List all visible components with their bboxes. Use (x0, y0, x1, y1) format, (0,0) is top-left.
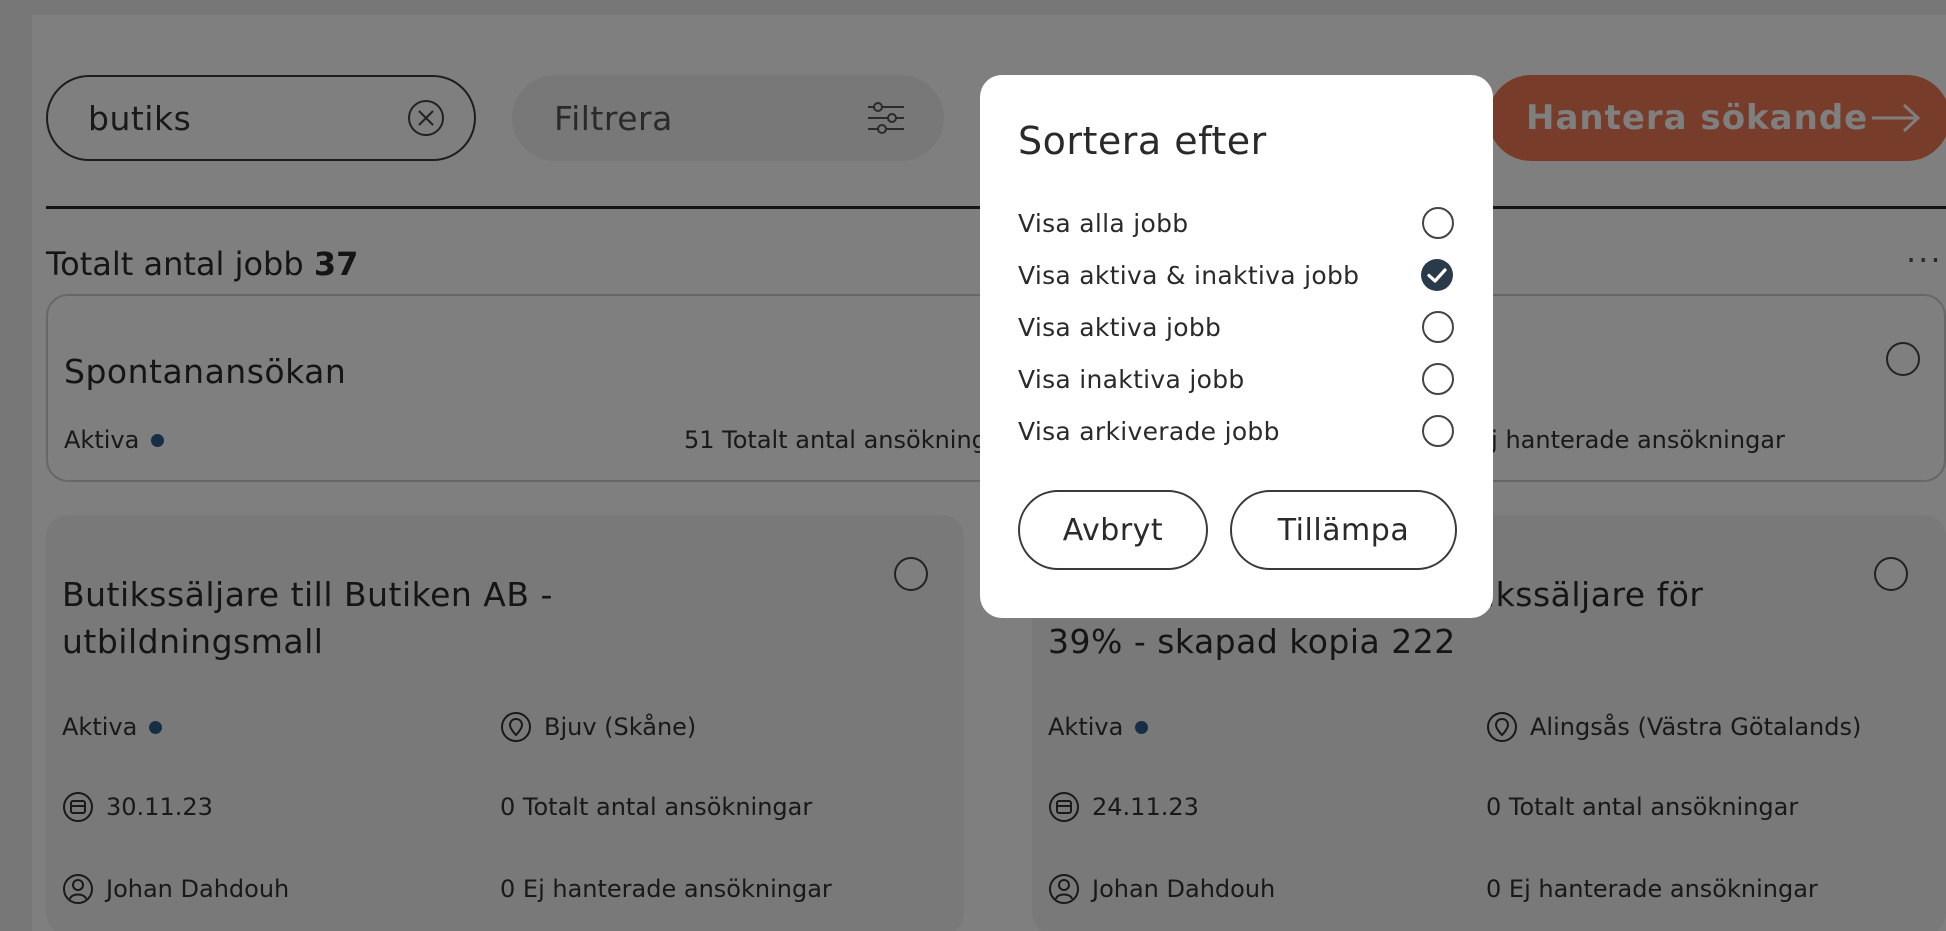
sort-option-active[interactable]: Visa aktiva jobb (1018, 305, 1454, 349)
cancel-button[interactable]: Avbryt (1018, 490, 1208, 570)
check-circle-icon[interactable] (1420, 258, 1454, 292)
option-label: Visa arkiverade jobb (1018, 416, 1280, 446)
apply-button[interactable]: Tillämpa (1230, 490, 1457, 570)
sort-option-inactive[interactable]: Visa inaktiva jobb (1018, 357, 1454, 401)
option-label: Visa aktiva & inaktiva jobb (1018, 260, 1360, 290)
radio-button[interactable] (1422, 363, 1454, 395)
option-label: Visa alla jobb (1018, 208, 1189, 238)
modal-overlay[interactable] (0, 0, 1946, 931)
modal-title: Sortera efter (1018, 119, 1267, 163)
option-label: Visa aktiva jobb (1018, 312, 1222, 342)
radio-button[interactable] (1422, 207, 1454, 239)
sort-modal: Sortera efter Visa alla jobb Visa aktiva… (980, 75, 1493, 618)
sort-option-active-inactive[interactable]: Visa aktiva & inaktiva jobb (1018, 253, 1454, 297)
sort-option-all[interactable]: Visa alla jobb (1018, 201, 1454, 245)
radio-button[interactable] (1422, 415, 1454, 447)
radio-button[interactable] (1422, 311, 1454, 343)
sort-option-archived[interactable]: Visa arkiverade jobb (1018, 409, 1454, 453)
option-label: Visa inaktiva jobb (1018, 364, 1245, 394)
